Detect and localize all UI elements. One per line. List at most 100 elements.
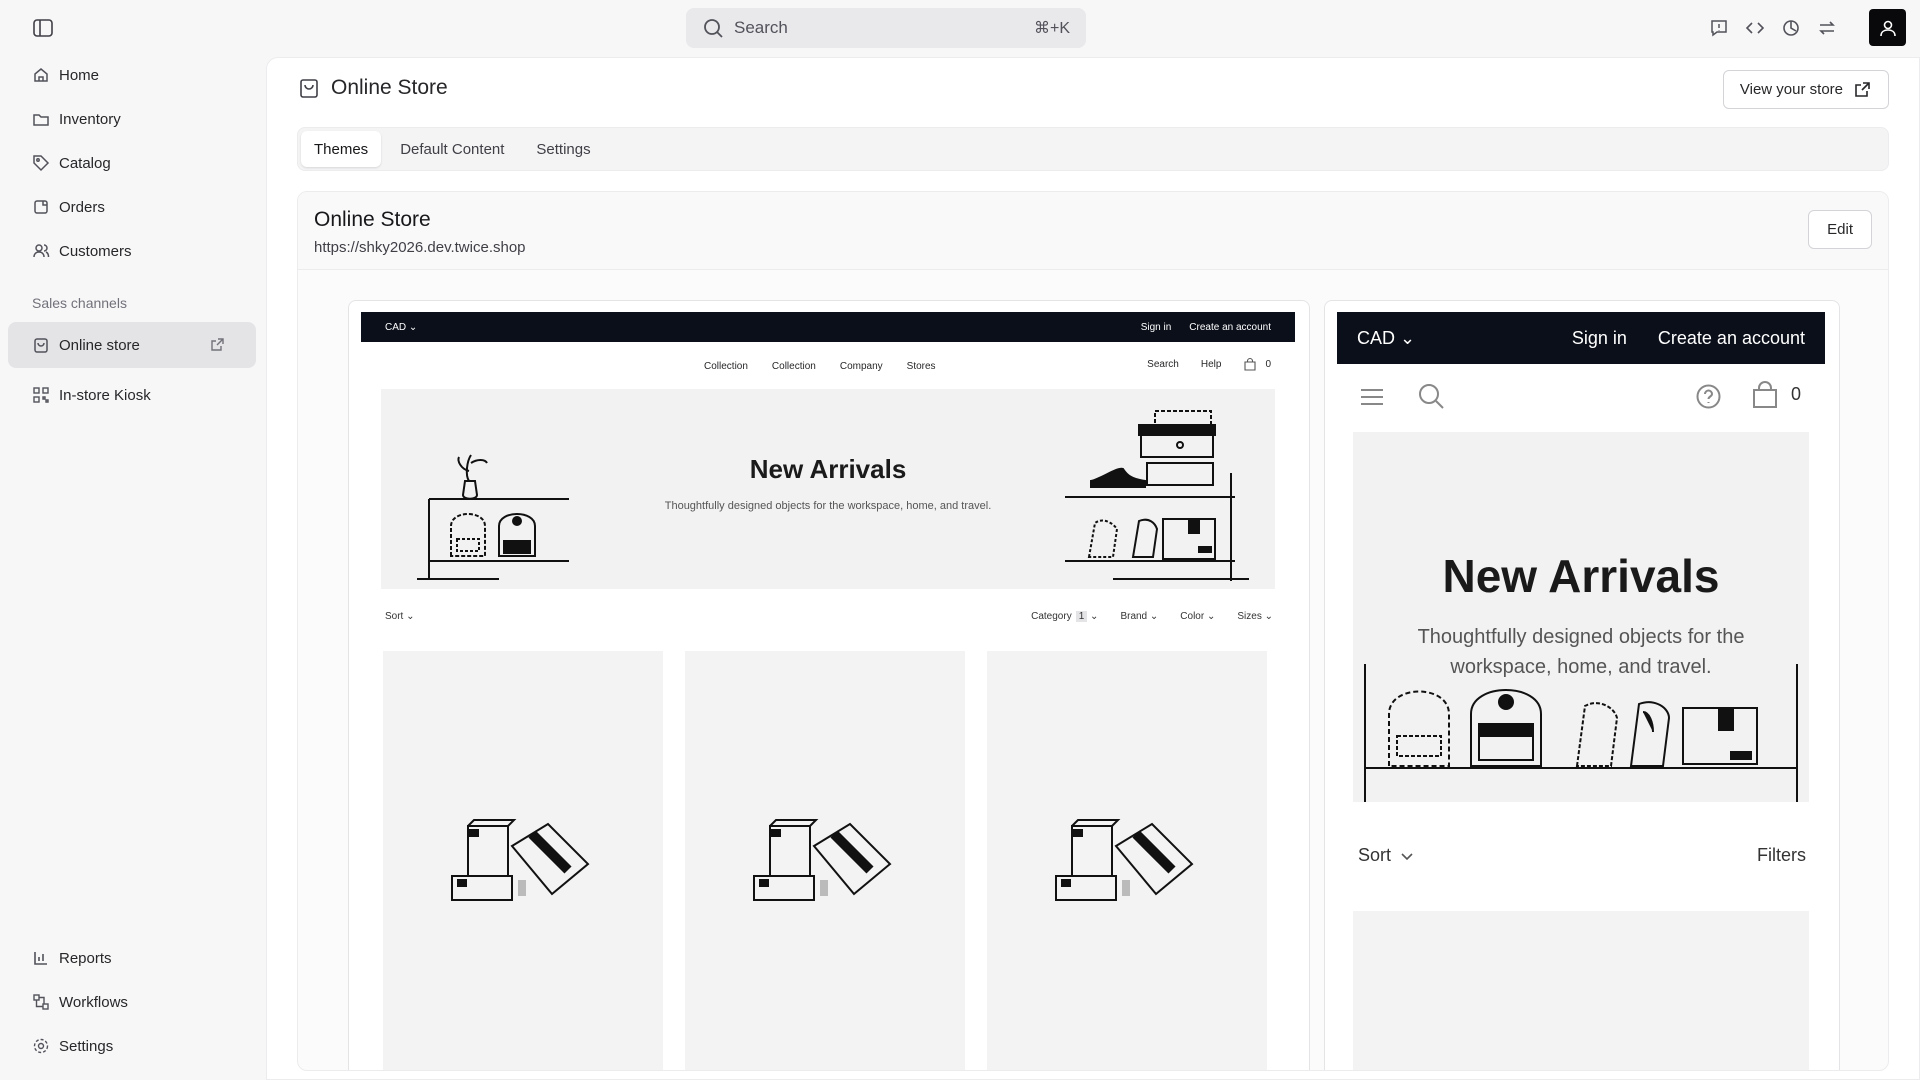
folder-icon [32, 110, 50, 128]
sidebar-item-customers[interactable]: Customers [8, 233, 256, 269]
sidebar-item-label: Workflows [59, 993, 128, 1011]
sidebar-item-inventory[interactable]: Inventory [8, 101, 256, 137]
workflow-icon [32, 993, 50, 1011]
product-card [987, 651, 1267, 1070]
preview-hero: New Arrivals Thoughtfully designed objec… [381, 389, 1275, 589]
sidebar-item-home[interactable]: Home [8, 57, 256, 93]
gear-icon [32, 1037, 50, 1055]
category-filter: Category 1 ⌄ [1031, 611, 1099, 622]
sign-in-link: Sign in [1140, 321, 1172, 333]
sidebar-item-catalog[interactable]: Catalog [8, 145, 256, 181]
sidebar-item-label: Catalog [59, 154, 111, 172]
sidebar-item-label: Inventory [59, 110, 121, 128]
cart-count: 0 [1791, 384, 1802, 404]
color-filter: Color ⌄ [1180, 611, 1216, 622]
sidebar-item-label: In-store Kiosk [59, 386, 151, 404]
create-account-link: Create an account [1657, 327, 1805, 348]
shopping-bag-icon [32, 336, 50, 354]
sidebar-item-label: Home [59, 66, 100, 84]
sidebar-item-orders[interactable]: Orders [8, 189, 256, 225]
code-icon[interactable] [1744, 17, 1766, 39]
sidebar-item-label: Online store [59, 336, 140, 354]
sidebar-item-kiosk[interactable]: In-store Kiosk [8, 377, 256, 413]
activity-icon[interactable] [1780, 17, 1802, 39]
avatar[interactable] [1869, 9, 1906, 46]
preview-search-link: Search [1147, 358, 1179, 370]
filters-button: Filters [1757, 845, 1806, 865]
desktop-preview[interactable]: CAD ⌄ Sign in Create an account Collecti… [348, 300, 1310, 1070]
tab-bar: Themes Default Content Settings [297, 127, 1889, 171]
external-link-icon[interactable] [209, 336, 226, 353]
sidebar-item-online-store[interactable]: Online store [8, 322, 256, 368]
shoes-illustration [1065, 410, 1249, 581]
page-title: Online Store [297, 76, 448, 100]
theme-card-header: Online Store https://shky2026.dev.twice.… [298, 192, 1888, 270]
main-panel: Online Store View your store Themes Defa… [266, 57, 1920, 1080]
nav-link: Company [839, 361, 883, 372]
menu-icon [1361, 389, 1383, 405]
theme-card-title: Online Store [314, 208, 431, 231]
tag-icon [32, 154, 50, 172]
search-input[interactable]: Search ⌘+K [686, 8, 1086, 48]
boxes-icon [451, 819, 590, 901]
users-icon [32, 242, 50, 260]
switch-icon[interactable] [1816, 17, 1838, 39]
preview-top-bar: CAD ⌄ Sign in Create an account [1337, 312, 1825, 364]
bar-chart-icon [32, 949, 50, 967]
create-account-link: Create an account [1189, 321, 1271, 333]
product-card [1353, 911, 1809, 1070]
home-icon [32, 66, 50, 84]
chevron-down-icon [1401, 852, 1413, 860]
currency-selector: CAD ⌄ [385, 321, 418, 333]
preview-hero: New Arrivals Thoughtfully designed objec… [1353, 432, 1809, 802]
sizes-filter: Sizes ⌄ [1237, 611, 1273, 622]
nav-link: Collection [704, 361, 748, 372]
edit-button[interactable]: Edit [1808, 210, 1872, 249]
preview-nav: 0 [1337, 364, 1825, 430]
page-title-text: Online Store [331, 76, 448, 99]
brand-filter: Brand ⌄ [1120, 611, 1159, 622]
tab-default-content[interactable]: Default Content [387, 131, 517, 167]
sidebar-item-label: Customers [59, 242, 132, 260]
sidebar-item-label: Reports [59, 949, 112, 967]
top-toolbar [1708, 17, 1838, 39]
sort-dropdown: Sort ⌄ [385, 611, 415, 622]
view-store-label: View your store [1739, 81, 1843, 98]
product-card [383, 651, 663, 1070]
qr-code-icon [32, 386, 50, 404]
user-icon [1879, 20, 1896, 36]
boxes-icon [1055, 819, 1194, 901]
feedback-icon[interactable] [1708, 17, 1730, 39]
shelf-illustration [1364, 664, 1798, 802]
orders-icon [32, 198, 50, 216]
sidebar-item-reports[interactable]: Reports [8, 940, 256, 976]
preview-cart: 0 [1243, 357, 1271, 371]
sort-dropdown: Sort [1358, 845, 1415, 866]
external-link-icon [1853, 80, 1872, 99]
view-store-button[interactable]: View your store [1722, 70, 1889, 109]
help-icon [1696, 384, 1721, 409]
search-placeholder: Search [734, 18, 788, 37]
search-shortcut: ⌘+K [1033, 20, 1070, 37]
sidebar-item-settings[interactable]: Settings [8, 1028, 256, 1064]
search-icon [1419, 384, 1444, 409]
tab-themes[interactable]: Themes [301, 131, 382, 167]
mobile-preview[interactable]: CAD ⌄ Sign in Create an account 0 New Ar… [1324, 300, 1840, 1070]
preview-help-link: Help [1200, 358, 1222, 370]
shopping-bag-icon [1244, 357, 1256, 371]
sidebar-toggle-icon[interactable] [32, 17, 54, 39]
sign-in-link: Sign in [1571, 327, 1627, 348]
preview-nav: Collection Collection Company Stores Sea… [361, 342, 1295, 388]
sidebar-item-label: Settings [59, 1037, 114, 1055]
nav-link: Collection [771, 361, 816, 372]
shopping-bag-icon [297, 76, 321, 100]
tab-settings[interactable]: Settings [523, 131, 603, 167]
search-icon [702, 17, 724, 39]
theme-card: Online Store https://shky2026.dev.twice.… [297, 191, 1889, 1071]
shopping-bag-icon [1753, 381, 1777, 408]
sidebar-item-workflows[interactable]: Workflows [8, 984, 256, 1020]
shelf-illustration [417, 454, 569, 580]
product-card [685, 651, 965, 1070]
boxes-icon [753, 819, 892, 901]
hero-title: New Arrivals [1442, 550, 1720, 602]
